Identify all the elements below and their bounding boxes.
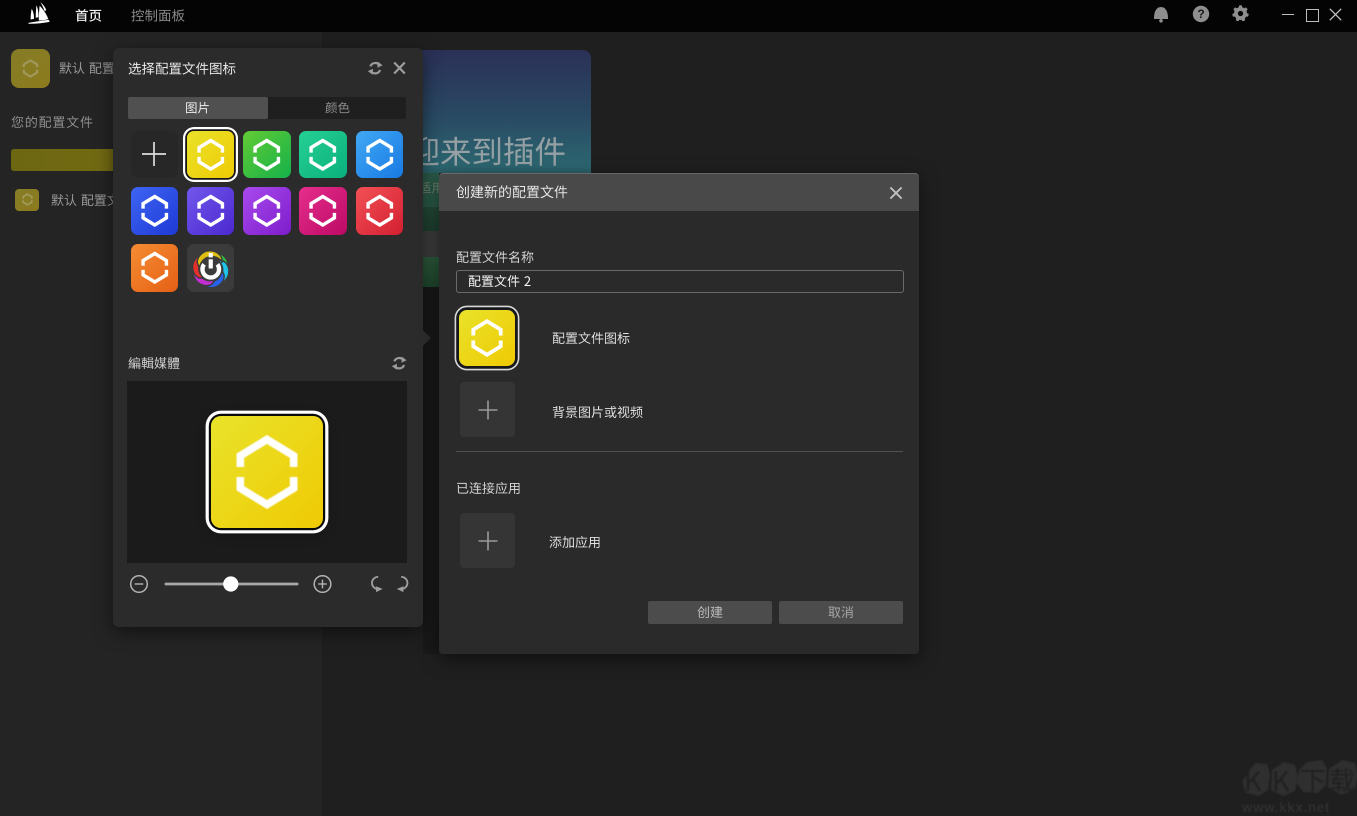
svg-text:?: ? <box>1197 7 1204 21</box>
